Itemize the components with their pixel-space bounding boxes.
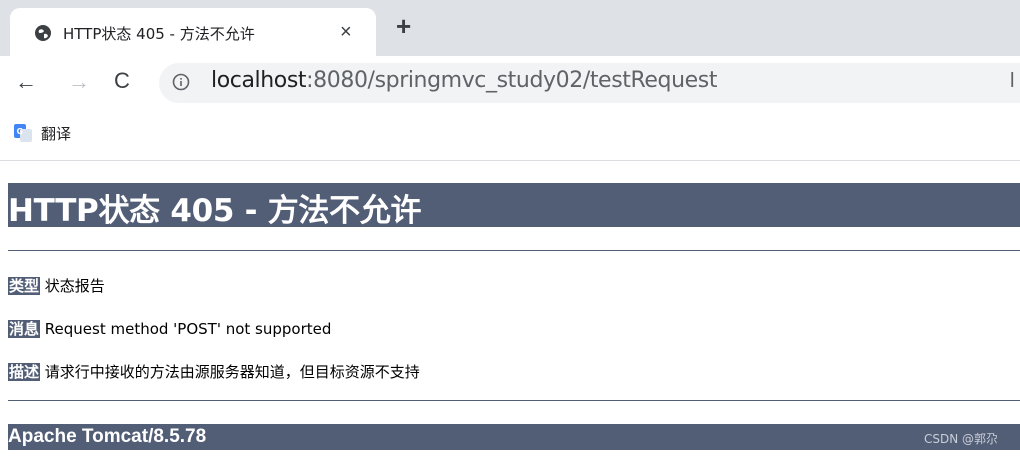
globe-icon	[35, 25, 51, 41]
message-row: 消息 Request method 'POST' not supported	[8, 318, 331, 339]
watermark: CSDN @郭尕	[924, 432, 999, 446]
server-version: Apache Tomcat/8.5.78	[8, 426, 207, 447]
page-title: HTTP状态 405 - 方法不允许	[8, 193, 422, 229]
url-text[interactable]: localhost:8080/springmvc_study02/testReq…	[211, 68, 717, 93]
divider	[8, 250, 1020, 251]
browser-toolbar: ← → C localhost:8080/springmvc_study02/t…	[0, 56, 1020, 110]
close-tab-icon[interactable]: ×	[340, 20, 352, 44]
type-row: 类型 状态报告	[8, 275, 105, 296]
back-button[interactable]: ←	[15, 71, 37, 93]
message-value: Request method 'POST' not supported	[40, 320, 332, 338]
bookmarks-bar: G 翻译	[0, 110, 1020, 161]
type-value: 状态报告	[40, 277, 105, 295]
description-value: 请求行中接收的方法由源服务器知道，但目标资源不支持	[40, 363, 420, 381]
address-bar-edge: l	[1010, 70, 1015, 92]
new-tab-button[interactable]: +	[396, 13, 411, 39]
tab-title: HTTP状态 405 - 方法不允许	[63, 25, 255, 43]
forward-button[interactable]: →	[68, 71, 90, 93]
description-row: 描述 请求行中接收的方法由源服务器知道，但目标资源不支持	[8, 361, 420, 382]
tab-strip: HTTP状态 405 - 方法不允许 × +	[0, 0, 1020, 56]
svg-text:G: G	[17, 127, 24, 136]
url-path: :8080/springmvc_study02/testRequest	[306, 68, 718, 93]
divider	[8, 400, 1020, 401]
active-tab[interactable]: HTTP状态 405 - 方法不允许 ×	[10, 8, 376, 56]
info-icon[interactable]	[172, 73, 190, 91]
description-label: 描述	[8, 363, 41, 381]
message-label: 消息	[8, 320, 41, 338]
type-label: 类型	[8, 277, 41, 295]
google-translate-icon: G	[14, 124, 32, 142]
reload-button[interactable]: C	[114, 69, 130, 93]
bookmark-translate[interactable]: 翻译	[41, 123, 71, 144]
url-host: localhost	[211, 68, 307, 93]
